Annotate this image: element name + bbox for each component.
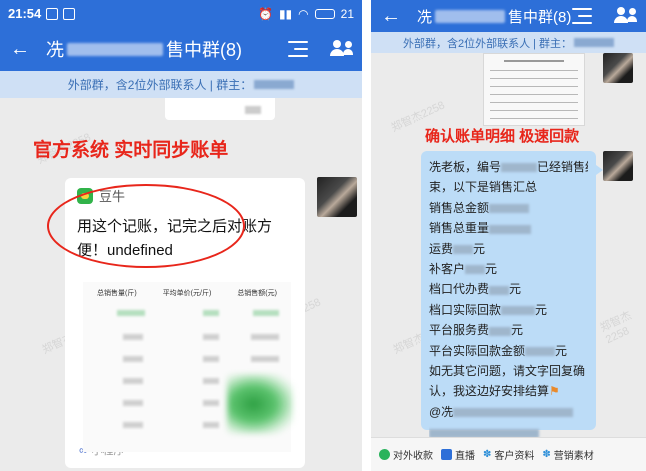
bubble-line: 运费元 (429, 241, 486, 256)
toolbar-item-payment[interactable]: 对外收款 (379, 447, 433, 462)
group-info-bar[interactable]: 外部群，含2位外部联系人 | 群主： (371, 32, 646, 53)
bill-document-image[interactable] (483, 53, 585, 126)
members-icon[interactable] (330, 40, 353, 58)
chat-title-prefix: 冼 (46, 40, 64, 60)
alarm-icon: ⏰ (257, 6, 273, 21)
annotation-ellipse (47, 184, 245, 268)
redacted-owner-name (254, 80, 295, 89)
customer-icon: ✽ (483, 449, 492, 460)
table-row (93, 310, 283, 320)
table-row (93, 334, 283, 344)
back-arrow-icon[interactable]: ← (381, 5, 407, 28)
bubble-line: 补客户元 (429, 262, 498, 277)
status-time: 21:54 (8, 6, 42, 21)
bubble-line: 档口实际回款元 (429, 302, 548, 317)
sender-avatar[interactable] (317, 177, 357, 217)
menu-icon[interactable] (572, 8, 592, 24)
members-icon[interactable] (614, 7, 637, 25)
bubble-line: 档口代办费元 (429, 282, 522, 297)
status-bar: 21:54 ⏰ ▮▮ ◠ 21 (0, 0, 362, 27)
toolbar-item-marketing[interactable]: ✽ 营销素材 (542, 447, 593, 462)
bubble-line: 销售总金额 (429, 198, 588, 218)
toolbar-item-customer[interactable]: ✽ 客户资料 (483, 447, 534, 462)
mail-icon (63, 7, 76, 20)
sender-avatar[interactable] (603, 53, 633, 83)
table-header: 总销售量(斤) 平均单价(元/斤) 总销售额(元) (83, 282, 291, 298)
bubble-line: 束，以下是销售汇总 (429, 180, 538, 195)
table-header-cell: 总销售额(元) (237, 290, 277, 297)
marketing-icon: ✽ (542, 449, 551, 460)
bubble-line: @冼 (429, 402, 588, 422)
payment-icon (379, 449, 390, 460)
toolbar-item-live[interactable]: 直播 (441, 447, 475, 462)
bubble-line: 认，我这边好安排结算⚑ (429, 384, 560, 399)
battery-level: 21 (340, 6, 354, 21)
annotation-left: 官方系统 实时同步账单 (33, 140, 229, 161)
redacted-total (227, 374, 293, 434)
wifi-icon: ◠ (298, 6, 309, 21)
redacted-owner-name (574, 38, 615, 47)
table-row (93, 356, 283, 366)
chat-title-suffix: 售中群(8) (166, 40, 242, 60)
table-header-cell: 平均单价(元/斤) (162, 290, 212, 297)
bubble-line: 如无其它问题，请文字回复确 (429, 364, 586, 379)
bubble-line: 平台实际回款金额元 (429, 343, 568, 358)
table-header-cell: 总销售量(斤) (97, 290, 137, 297)
chat-title: 冼 售中群(8) (46, 36, 288, 62)
menu-icon[interactable] (288, 41, 308, 57)
live-icon (441, 449, 452, 460)
chat-header: ← 冼 售中群(8) (0, 27, 362, 71)
back-arrow-icon[interactable]: ← (10, 38, 36, 61)
chat-title-suffix: 售中群(8) (508, 8, 572, 26)
emoji-icon: ⚑ (549, 384, 560, 399)
previous-message-stub (165, 98, 275, 120)
status-icons: ⏰ ▮▮ ◠ 21 (258, 7, 354, 21)
watermark: 郑智杰2258 (598, 309, 634, 347)
chat-title-prefix: 冼 (417, 8, 433, 26)
chat-title: 冼 售中群(8) (417, 6, 572, 27)
bill-message-bubble[interactable]: 冼老板，编号已经销售结 束，以下是销售汇总 销售总金额 销售总重量 运费元 补客… (421, 151, 603, 438)
sales-summary-preview: 总销售量(斤) 平均单价(元/斤) 总销售额(元) (83, 282, 293, 452)
group-info-bar[interactable]: 外部群，含2位外部联系人 | 群主： (0, 71, 362, 98)
group-info-text: 外部群，含2位外部联系人 | 群主： (402, 37, 573, 50)
bubble-line: 平台服务费元 (429, 323, 524, 338)
redacted-group-name (67, 42, 163, 56)
battery-icon (314, 8, 335, 19)
chat-header: ← 冼 售中群(8) (371, 0, 646, 32)
group-info-text: 外部群，含2位外部联系人 | 群主： (67, 78, 253, 92)
signal-icon: ▮▮ (278, 6, 293, 21)
annotation-right: 确认账单明细 极速回款 (425, 128, 580, 145)
bubble-line: 冼老板，编号已经销售结 (429, 160, 588, 174)
chat-toolbar: 对外收款 直播 ✽ 客户资料 ✽ 营销素材 (371, 437, 646, 471)
bubble-line: 销售总重量 (429, 218, 588, 238)
sender-avatar[interactable] (603, 151, 633, 181)
redacted-group-name (435, 9, 506, 23)
notification-icon (46, 7, 59, 20)
